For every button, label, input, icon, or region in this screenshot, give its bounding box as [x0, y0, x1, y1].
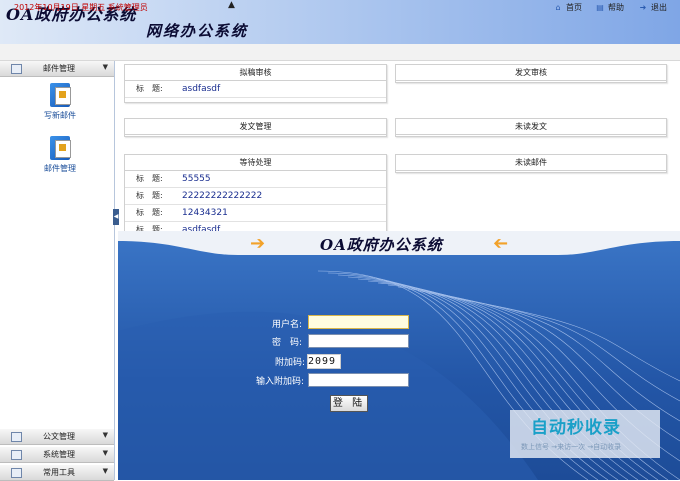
banner-title: OA政府办公系统 — [320, 236, 443, 254]
help-book-icon: ▤ — [596, 3, 604, 12]
date-user-status: 2012年10月19日 星期五 系统管理员 — [14, 3, 148, 12]
sidebar-group-system[interactable]: 系统管理 ▼ — [0, 447, 114, 463]
home-icon: ⌂ — [555, 3, 561, 12]
row-value[interactable]: 22222222222222 — [182, 191, 262, 201]
panel-unread-mail: 未读邮件 — [395, 154, 667, 173]
list-item[interactable]: 标 题: 55555 — [125, 171, 386, 188]
panel-title: 等待处理 — [125, 155, 386, 171]
sidebar-group-documents[interactable]: 公文管理 ▼ — [0, 429, 114, 445]
watermark-main-text: 自动秒收录 — [531, 418, 621, 438]
home-link-label: 首页 — [566, 3, 582, 12]
panel-draft-review: 拟稿审核 标 题: asdfasdf — [124, 64, 387, 103]
arrow-left-icon: ➔ — [493, 233, 509, 254]
help-link[interactable]: ▤ 帮助 — [595, 2, 624, 13]
panel-unread-docs: 未读发文 — [395, 118, 667, 137]
compose-mail-label: 写新邮件 — [44, 111, 76, 120]
password-input[interactable] — [308, 334, 409, 348]
row-value[interactable]: 12434321 — [182, 208, 228, 218]
sidebar-group-mail[interactable]: 邮件管理 ▼ — [0, 61, 114, 77]
sidebar: 邮件管理 ▼ 写新邮件 邮件管理 公文管理 ▼ 系统管理 ▼ 常用工具 ▼ — [0, 61, 115, 481]
chevron-down-icon: ▼ — [102, 63, 108, 71]
panel-title: 未读发文 — [396, 119, 666, 135]
sidebar-group-tools[interactable]: 常用工具 ▼ — [0, 465, 114, 481]
help-link-label: 帮助 — [608, 3, 624, 12]
panel-title: 发文管理 — [125, 119, 386, 135]
panel-title: 未读邮件 — [396, 155, 666, 171]
logout-link[interactable]: ➜ 退出 — [638, 2, 667, 13]
password-label: 密 码: — [271, 338, 302, 348]
group-icon — [11, 468, 22, 478]
panel-pending: 等待处理 标 题: 55555 标 题: 22222222222222 标 题: 12… — [124, 154, 387, 236]
group-icon — [11, 450, 22, 460]
list-item[interactable]: 标 题: 12434321 — [125, 205, 386, 222]
row-value[interactable]: asdfasdf — [182, 84, 220, 94]
panel-doc-management: 发文管理 — [124, 118, 387, 137]
login-button[interactable]: 登 陆 — [330, 395, 368, 412]
row-label: 标 题: — [136, 84, 163, 93]
chevron-down-icon: ▼ — [102, 449, 108, 457]
row-value[interactable]: 55555 — [182, 174, 211, 184]
logout-link-label: 退出 — [651, 3, 667, 12]
status-bar — [0, 44, 680, 61]
collapse-header-icon[interactable]: ▲ — [228, 0, 235, 10]
compose-mail-tool[interactable]: 写新邮件 — [36, 80, 84, 121]
home-link[interactable]: ⌂ 首页 — [553, 2, 582, 13]
username-label: 用户名: — [271, 320, 302, 330]
logout-runner-icon: ➜ — [639, 3, 647, 12]
arrow-right-icon: ➔ — [250, 233, 266, 254]
list-item[interactable]: 标 题: asdfasdf — [125, 81, 386, 98]
captcha-input[interactable] — [308, 373, 409, 387]
row-label: 标 题: — [136, 208, 163, 217]
watermark-sub-text: 数上信号 →来访一次 →自动收录 — [521, 443, 622, 451]
mail-management-icon — [45, 133, 75, 161]
row-label: 标 题: — [136, 174, 163, 183]
list-item[interactable]: 标 题: 22222222222222 — [125, 188, 386, 205]
panel-doc-review: 发文审核 — [395, 64, 667, 83]
panel-title: 拟稿审核 — [125, 65, 386, 81]
group-icon — [11, 64, 22, 74]
sidebar-group-label: 系统管理 — [43, 450, 75, 459]
group-icon — [11, 432, 22, 442]
sidebar-toggle-icon[interactable]: ◀ — [113, 209, 119, 225]
sidebar-group-label: 邮件管理 — [43, 64, 75, 73]
app-subtitle: 网络办公系统 — [146, 22, 249, 40]
sidebar-group-label: 常用工具 — [43, 468, 75, 477]
captcha-input-label: 输入附加码: — [255, 377, 304, 387]
mail-management-label: 邮件管理 — [44, 164, 76, 173]
captcha-image[interactable]: 2099 — [307, 354, 341, 369]
mail-management-tool[interactable]: 邮件管理 — [36, 133, 84, 174]
chevron-down-icon: ▼ — [102, 431, 108, 439]
compose-mail-icon — [45, 80, 75, 108]
row-label: 标 题: — [136, 191, 163, 200]
chevron-down-icon: ▼ — [102, 467, 108, 475]
panel-title: 发文审核 — [396, 65, 666, 81]
captcha-label: 附加码: — [274, 358, 305, 368]
username-input[interactable] — [308, 315, 409, 329]
sidebar-group-label: 公文管理 — [43, 432, 75, 441]
